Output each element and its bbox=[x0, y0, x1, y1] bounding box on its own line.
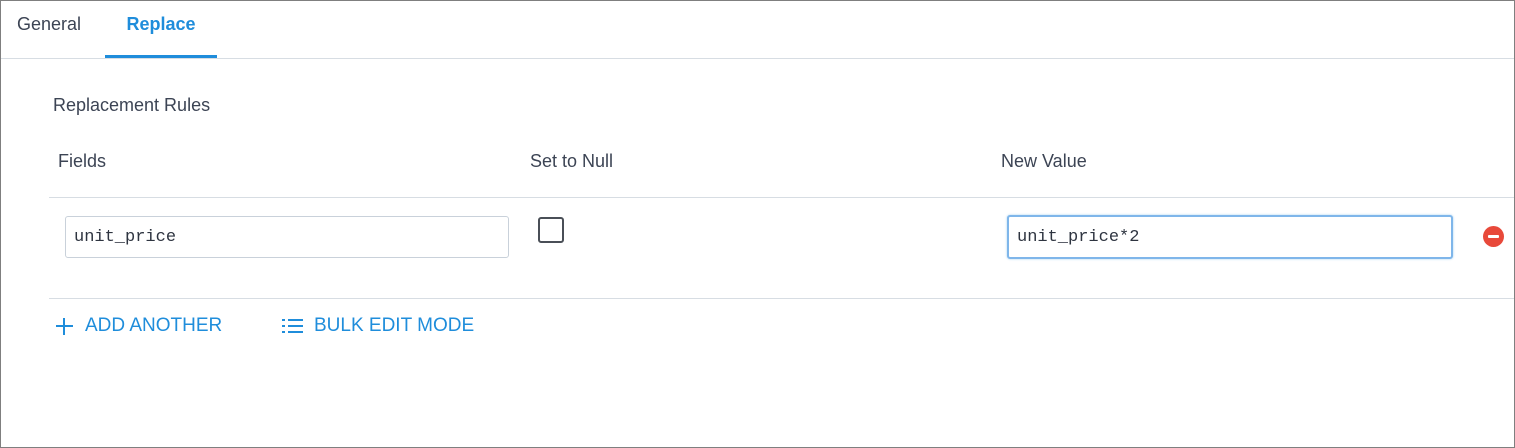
add-another-label: ADD ANOTHER bbox=[85, 315, 223, 336]
active-tab-indicator bbox=[105, 55, 217, 58]
add-another-button[interactable]: ADD ANOTHER bbox=[56, 314, 222, 338]
remove-rule-icon[interactable] bbox=[1483, 226, 1504, 247]
rules-bottom-divider bbox=[49, 298, 1514, 299]
column-header-set-to-null: Set to Null bbox=[530, 151, 614, 171]
new-value-input[interactable] bbox=[1007, 215, 1453, 259]
column-header-fields: Fields bbox=[58, 151, 107, 171]
replace-panel: General Replace Replacement Rules Fields… bbox=[0, 0, 1515, 448]
bulk-edit-mode-label: BULK EDIT MODE bbox=[314, 315, 475, 336]
list-icon bbox=[282, 319, 303, 333]
section-title: Replacement Rules bbox=[53, 95, 211, 115]
set-to-null-checkbox[interactable] bbox=[538, 217, 564, 243]
tab-bar: General Replace bbox=[1, 1, 1514, 59]
tab-general[interactable]: General bbox=[1, 1, 97, 58]
plus-icon bbox=[56, 317, 73, 335]
rules-top-divider bbox=[49, 197, 1514, 198]
column-header-new-value: New Value bbox=[1001, 151, 1087, 171]
tab-replace[interactable]: Replace bbox=[105, 1, 217, 58]
field-input[interactable] bbox=[65, 216, 509, 258]
bulk-edit-mode-button[interactable]: BULK EDIT MODE bbox=[282, 314, 474, 338]
